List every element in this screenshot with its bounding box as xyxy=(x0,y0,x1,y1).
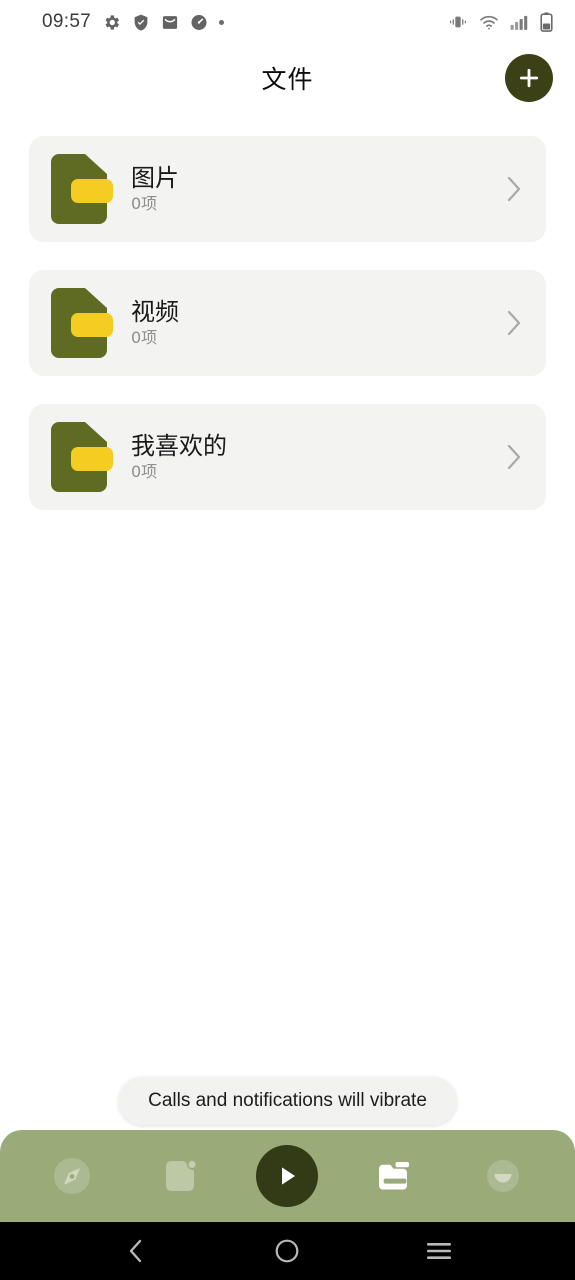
speedometer-icon xyxy=(190,13,208,32)
gear-icon xyxy=(102,13,121,32)
folder-meta: 视频 0项 xyxy=(131,297,179,348)
dock-item-account[interactable] xyxy=(472,1145,534,1207)
dock-item-files[interactable] xyxy=(364,1145,426,1207)
dot-icon xyxy=(219,19,225,25)
folder-icon xyxy=(47,420,115,494)
shield-check-icon xyxy=(132,13,150,32)
recents-icon xyxy=(427,1243,452,1259)
status-bar: 09:57 xyxy=(0,0,575,44)
status-bar-clock: 09:57 xyxy=(42,11,92,32)
folder-item-videos[interactable]: 视频 0项 xyxy=(29,270,546,376)
android-navigation-bar xyxy=(0,1222,575,1280)
back-icon xyxy=(129,1239,142,1263)
folder-count: 0项 xyxy=(131,328,158,348)
nav-home-button[interactable] xyxy=(258,1222,316,1280)
dock-item-play[interactable] xyxy=(256,1145,319,1207)
bottom-dock xyxy=(0,1130,575,1222)
vibrate-icon xyxy=(448,13,468,31)
folder-name: 视频 xyxy=(131,297,179,326)
play-icon xyxy=(282,1167,296,1185)
dock-item-documents[interactable] xyxy=(149,1145,211,1207)
account-circle-icon xyxy=(487,1160,520,1192)
folder-icon xyxy=(47,286,115,360)
folder-icon xyxy=(379,1162,410,1190)
folder-count: 0项 xyxy=(131,462,158,482)
folder-name: 图片 xyxy=(131,163,179,192)
plus-icon xyxy=(519,68,539,88)
add-button[interactable] xyxy=(505,54,553,102)
wifi-icon xyxy=(479,14,499,31)
status-bar-left: 09:57 xyxy=(42,11,225,33)
dock-item-explore[interactable] xyxy=(41,1145,103,1207)
page-title: 文件 xyxy=(261,65,314,94)
folder-count: 0项 xyxy=(131,194,158,214)
folder-icon xyxy=(47,152,115,226)
play-button-circle xyxy=(256,1145,319,1207)
folder-item-pictures[interactable]: 图片 0项 xyxy=(29,136,546,242)
chevron-right-icon[interactable] xyxy=(504,307,524,339)
toast-message: Calls and notifications will vibrate xyxy=(148,1090,427,1111)
nav-back-button[interactable] xyxy=(107,1222,165,1280)
compass-icon xyxy=(53,1158,90,1194)
status-bar-right xyxy=(448,12,553,32)
folder-meta: 图片 0项 xyxy=(131,163,179,214)
mail-icon xyxy=(161,13,179,32)
chevron-right-icon[interactable] xyxy=(504,173,524,205)
folder-item-favorites[interactable]: 我喜欢的 0项 xyxy=(29,404,546,510)
chevron-right-icon[interactable] xyxy=(504,441,524,473)
signal-bars-icon xyxy=(510,14,529,31)
app-root: 09:57 文件 图片 0项 视频 0项 我喜欢的 0项 Calls and n… xyxy=(0,0,575,1280)
nav-recents-button[interactable] xyxy=(410,1222,468,1280)
folder-name: 我喜欢的 xyxy=(131,431,227,460)
app-header: 文件 xyxy=(0,44,575,112)
document-badge-icon xyxy=(165,1159,197,1191)
toast-notification: Calls and notifications will vibrate xyxy=(118,1077,457,1125)
battery-icon xyxy=(540,12,553,32)
folder-meta: 我喜欢的 0项 xyxy=(131,431,227,482)
home-icon xyxy=(276,1239,299,1263)
